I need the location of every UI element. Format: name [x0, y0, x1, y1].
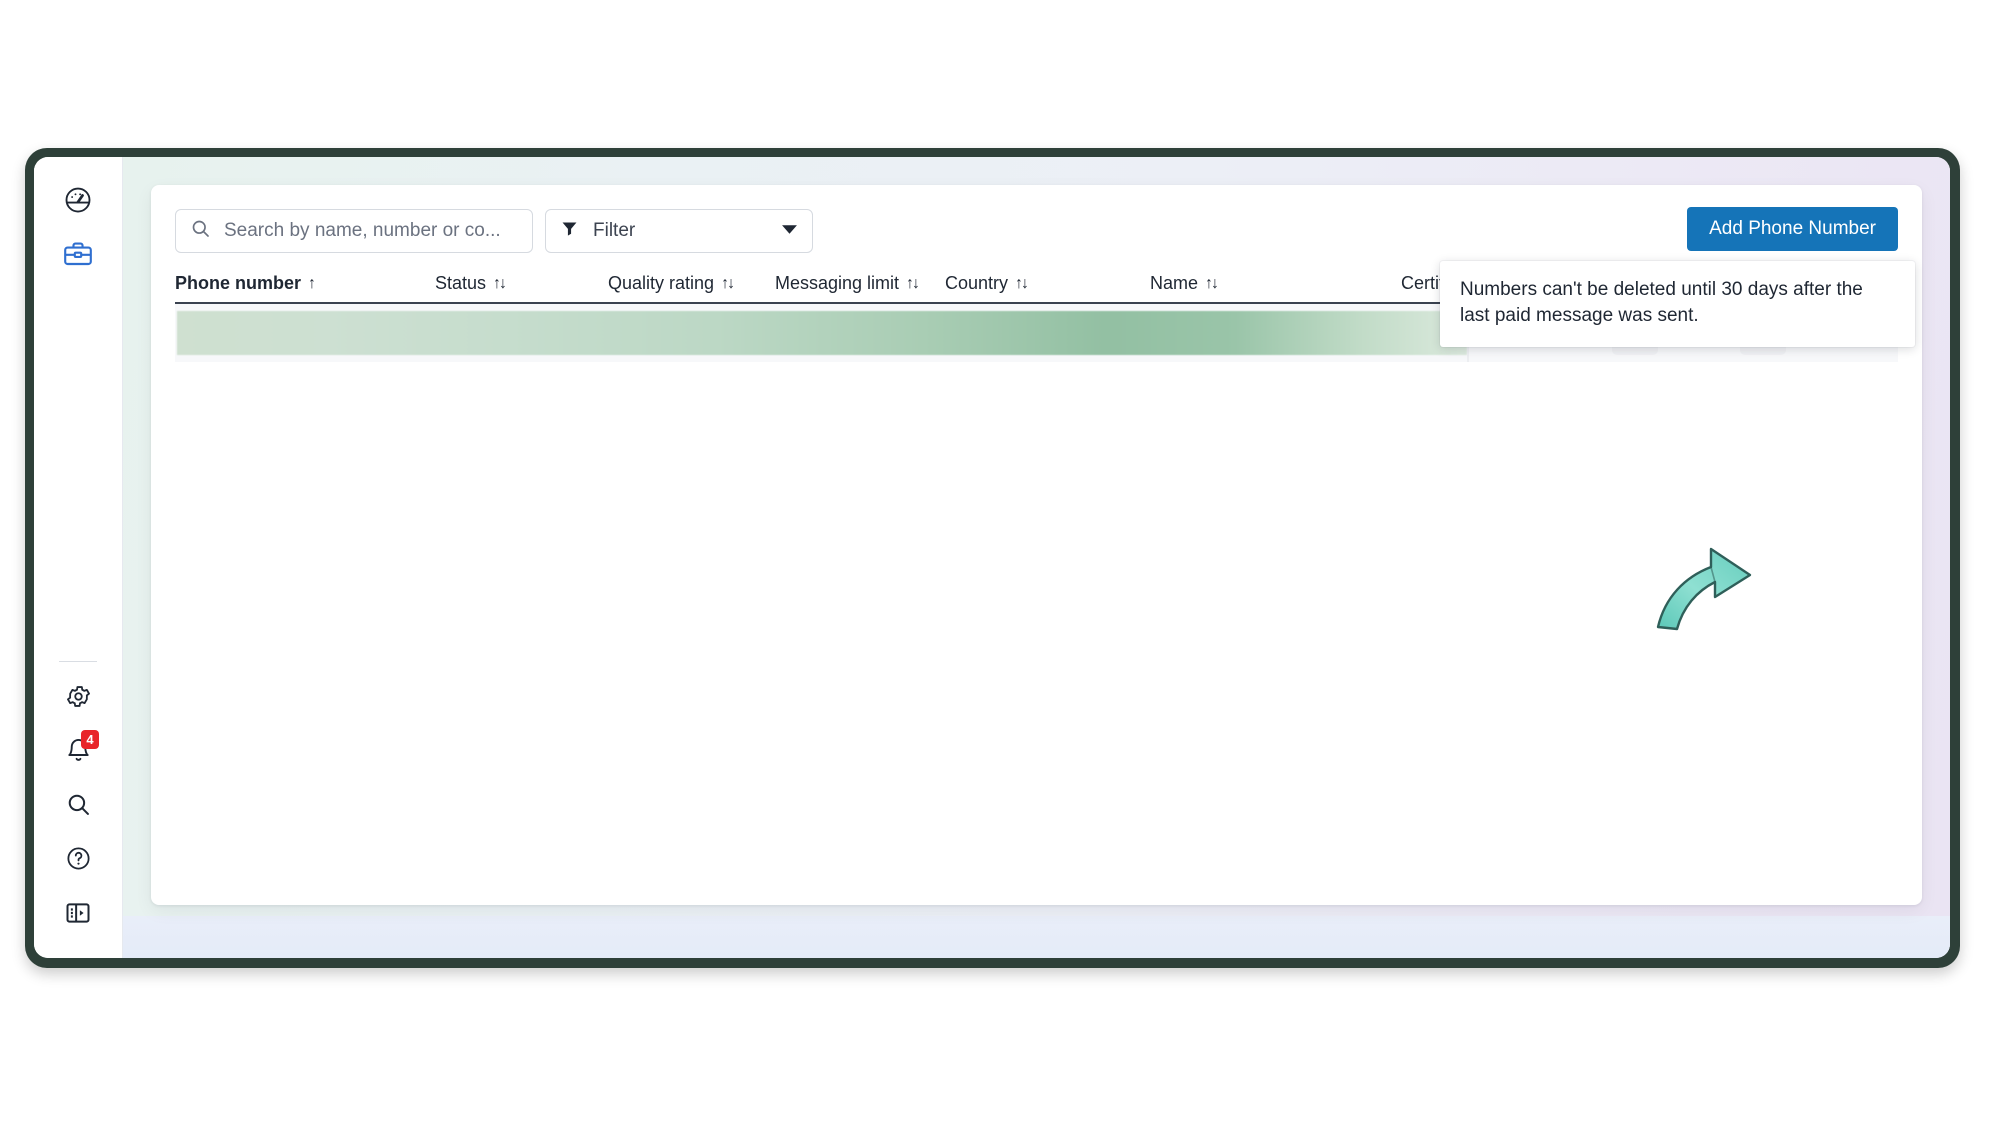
sort-toggle-icon: ↑↓	[906, 274, 920, 292]
table-toolbar: Filter Add Phone Number	[175, 207, 1898, 255]
sidebar-item-settings[interactable]	[51, 672, 105, 726]
add-phone-number-button[interactable]: Add Phone Number	[1687, 207, 1898, 251]
column-header-name[interactable]: Name ↑↓	[1150, 273, 1401, 294]
sidebar-item-search[interactable]	[51, 780, 105, 834]
redacted-row-content	[177, 311, 1467, 355]
column-label: Status	[435, 273, 487, 293]
window-inner: 4 Search by name, number or co... Filter…	[34, 157, 1950, 958]
delete-restriction-tooltip: Numbers can't be deleted until 30 days a…	[1440, 261, 1915, 348]
search-icon	[190, 218, 211, 244]
column-header-quality-rating[interactable]: Quality rating ↑↓	[608, 273, 775, 294]
column-label: Country	[945, 273, 1009, 293]
chevron-down-icon	[781, 222, 798, 240]
search-field[interactable]	[175, 209, 533, 253]
app-window: 4 Search by name, number or co... Filter…	[25, 148, 1960, 968]
sidebar-divider	[59, 661, 97, 662]
page-canvas: Filter Add Phone Number Phone number	[123, 157, 1950, 958]
panel-toggle-icon	[64, 899, 92, 932]
gear-icon	[65, 683, 92, 715]
magnifier-icon	[65, 791, 92, 823]
sidebar-bottom-group: 4	[34, 653, 122, 942]
filter-dropdown[interactable]: Filter	[545, 209, 813, 253]
column-label: Quality rating	[608, 273, 715, 293]
sort-toggle-icon: ↑↓	[1205, 274, 1219, 292]
sort-toggle-icon: ↑↓	[721, 274, 735, 292]
sort-toggle-icon: ↑↓	[1015, 274, 1029, 292]
filter-label: Filter	[593, 220, 636, 241]
sidebar-item-dashboard[interactable]	[51, 175, 105, 229]
search-input[interactable]	[222, 219, 518, 243]
column-header-phone-number[interactable]: Phone number ↑	[175, 273, 435, 294]
sidebar-item-toggle-panel[interactable]	[51, 888, 105, 942]
column-label: Phone number	[175, 273, 302, 293]
sidebar-top-group	[34, 157, 122, 283]
column-label: Name	[1150, 273, 1199, 293]
question-circle-icon	[65, 845, 92, 877]
column-header-status[interactable]: Status ↑↓	[435, 273, 608, 294]
sidebar-item-notifications[interactable]: 4	[51, 726, 105, 780]
notification-badge: 4	[81, 730, 99, 749]
column-label: Messaging limit	[775, 273, 900, 293]
sort-toggle-icon: ↑↓	[493, 274, 507, 292]
column-header-messaging-limit[interactable]: Messaging limit ↑↓	[775, 273, 945, 294]
sidebar-item-help[interactable]	[51, 834, 105, 888]
column-header-country[interactable]: Country ↑↓	[945, 273, 1150, 294]
sidebar: 4	[34, 157, 123, 958]
speedometer-icon	[63, 185, 93, 220]
sort-ascending-icon: ↑	[308, 274, 316, 292]
sidebar-item-business[interactable]	[51, 229, 105, 283]
briefcase-icon	[62, 238, 94, 275]
filter-funnel-icon	[560, 219, 579, 243]
